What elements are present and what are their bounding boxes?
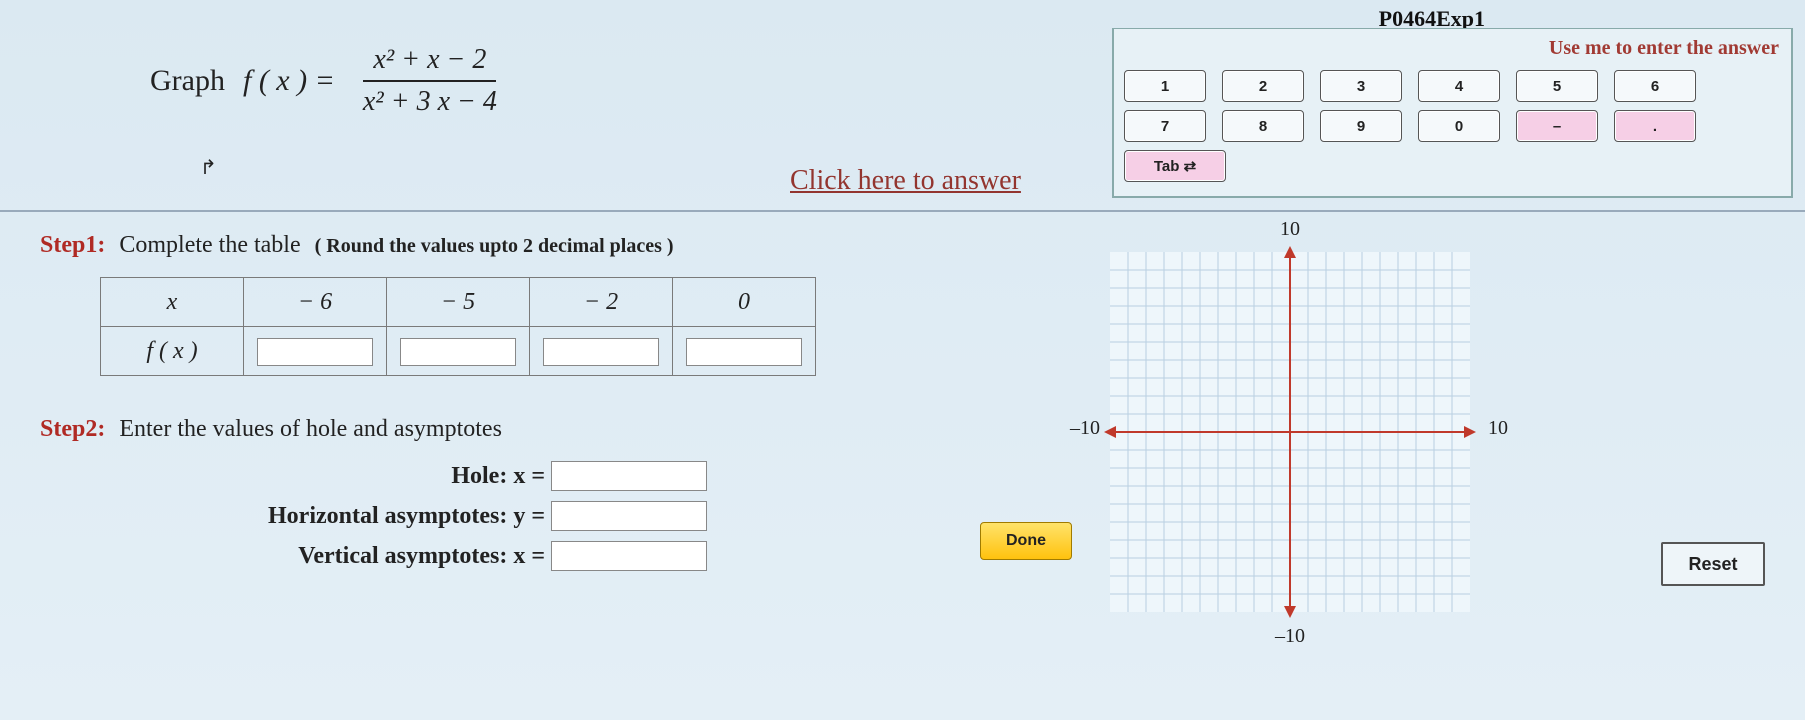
x-header: x xyxy=(101,278,244,327)
axis-top-label: 10 xyxy=(1280,218,1300,241)
step1-label: Step1: xyxy=(40,232,105,259)
fx-input-1[interactable] xyxy=(400,338,516,366)
step1-text: Complete the table xyxy=(119,232,300,259)
key-dot[interactable]: . xyxy=(1614,110,1696,142)
formula-lhs: f ( x ) = xyxy=(243,64,335,98)
x-value: − 6 xyxy=(244,278,387,327)
vasym-label: Vertical asymptotes: x = xyxy=(40,543,551,570)
x-value: 0 xyxy=(673,278,816,327)
hasym-input[interactable] xyxy=(551,501,707,531)
formula: Graph f ( x ) = x² + x − 2 x² + 3 x − 4 xyxy=(150,40,507,122)
reset-button[interactable]: Reset xyxy=(1661,542,1765,586)
axis-right-label: 10 xyxy=(1488,417,1508,440)
key-8[interactable]: 8 xyxy=(1222,110,1304,142)
step1-heading: Step1: Complete the table ( Round the va… xyxy=(40,232,1765,259)
done-button[interactable]: Done xyxy=(980,522,1072,560)
axis-left-label: –10 xyxy=(1070,417,1100,440)
answer-link[interactable]: Click here to answer xyxy=(790,165,1021,197)
graph-grid-icon xyxy=(1080,222,1500,642)
fx-input-3[interactable] xyxy=(686,338,802,366)
cursor-icon: ↱ xyxy=(200,155,217,180)
key-7[interactable]: 7 xyxy=(1124,110,1206,142)
key-minus[interactable]: – xyxy=(1516,110,1598,142)
hole-label: Hole: x = xyxy=(40,463,551,490)
formula-numerator: x² + x − 2 xyxy=(363,40,496,82)
fx-input-2[interactable] xyxy=(543,338,659,366)
vasym-input[interactable] xyxy=(551,541,707,571)
table-row: x − 6 − 5 − 2 0 xyxy=(101,278,816,327)
fx-header: f ( x ) xyxy=(101,327,244,376)
key-9[interactable]: 9 xyxy=(1320,110,1402,142)
key-3[interactable]: 3 xyxy=(1320,70,1402,102)
keypad: Use me to enter the answer 1 2 3 4 5 6 7… xyxy=(1112,28,1793,198)
x-value: − 2 xyxy=(530,278,673,327)
hole-input[interactable] xyxy=(551,461,707,491)
key-0[interactable]: 0 xyxy=(1418,110,1500,142)
step1-note: ( Round the values upto 2 decimal places… xyxy=(315,235,674,258)
key-4[interactable]: 4 xyxy=(1418,70,1500,102)
key-tab[interactable]: Tab ⇄ xyxy=(1124,150,1226,182)
key-6[interactable]: 6 xyxy=(1614,70,1696,102)
step2-label: Step2: xyxy=(40,416,105,443)
key-1[interactable]: 1 xyxy=(1124,70,1206,102)
formula-denominator: x² + 3 x − 4 xyxy=(353,82,507,122)
value-table: x − 6 − 5 − 2 0 f ( x ) xyxy=(100,277,816,376)
fx-input-0[interactable] xyxy=(257,338,373,366)
x-value: − 5 xyxy=(387,278,530,327)
hasym-label: Horizontal asymptotes: y = xyxy=(40,503,551,530)
key-5[interactable]: 5 xyxy=(1516,70,1598,102)
formula-fraction: x² + x − 2 x² + 3 x − 4 xyxy=(353,40,507,122)
axis-bottom-label: –10 xyxy=(1275,625,1305,648)
key-2[interactable]: 2 xyxy=(1222,70,1304,102)
table-row: f ( x ) xyxy=(101,327,816,376)
graph-area[interactable]: 10 –10 –10 10 xyxy=(1080,222,1500,642)
step2-text: Enter the values of hole and asymptotes xyxy=(119,416,502,443)
formula-prefix: Graph xyxy=(150,64,225,98)
keypad-title: Use me to enter the answer xyxy=(1120,35,1785,66)
